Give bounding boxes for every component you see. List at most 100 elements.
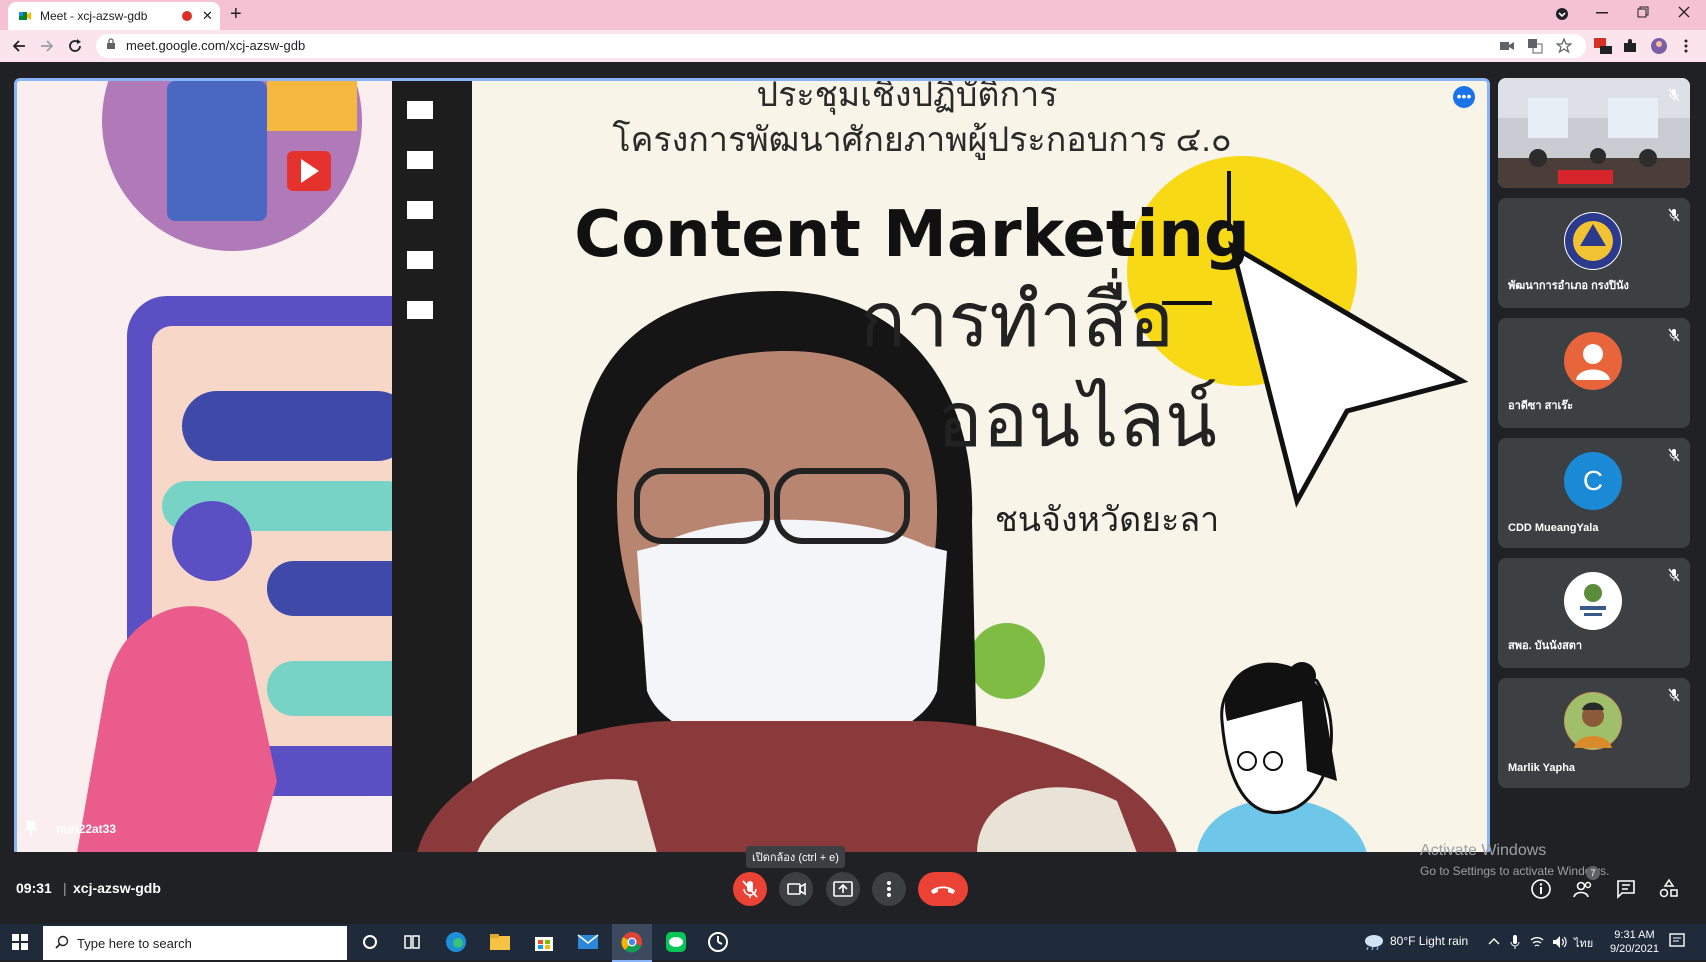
meet-favicon-icon [19, 12, 31, 20]
slide-line-4: การทำสื่อ [860, 268, 1174, 363]
people-icon[interactable] [1572, 878, 1594, 900]
task-view-icon[interactable] [400, 930, 424, 954]
participant-tile[interactable]: พัฒนาการอำเภอ กรงปินัง [1498, 198, 1690, 308]
participant-tile[interactable]: สพอ. บันนังสตา [1498, 558, 1690, 668]
chat-icon[interactable] [1615, 878, 1637, 900]
taskbar-search-box[interactable]: Type here to search [43, 926, 347, 960]
cortana-icon[interactable] [358, 930, 382, 954]
back-icon[interactable] [11, 38, 27, 54]
pin-icon[interactable] [24, 820, 38, 836]
chrome-icon[interactable] [620, 930, 644, 954]
new-tab-button[interactable]: + [230, 3, 242, 26]
camera-toggle-button[interactable] [779, 872, 813, 906]
present-screen-button[interactable] [826, 872, 860, 906]
participant-tile[interactable]: Marlik Yapha [1498, 678, 1690, 788]
present-screen-icon [833, 881, 853, 897]
participant-logo-avatar [1564, 572, 1622, 630]
speaker-video-frame: ประชุมเชิงปฏิบัติการ โครงการพัฒนาศักยภาพ… [17, 81, 1487, 853]
muted-mic-icon [1668, 88, 1680, 102]
weather-cloud-icon [1365, 935, 1383, 950]
participant-logo-avatar [1564, 212, 1622, 270]
volume-icon[interactable] [1552, 934, 1568, 950]
close-window-icon[interactable] [1678, 6, 1690, 18]
participant-name: Marlik Yapha [1508, 762, 1576, 774]
mic-off-icon [742, 880, 758, 898]
default-user-avatar-icon [1564, 332, 1622, 390]
main-speaker-video[interactable]: ประชุมเชิงปฏิบัติการ โครงการพัฒนาศักยภาพ… [14, 78, 1490, 856]
separator: | [63, 880, 67, 896]
input-language[interactable]: ไทย [1574, 934, 1593, 952]
more-options-button[interactable] [872, 872, 906, 906]
lock-icon [107, 38, 115, 49]
room-video-thumbnail [1498, 78, 1690, 188]
minimize-icon[interactable] [1596, 12, 1608, 14]
microphone-toggle-button[interactable] [733, 872, 767, 906]
line-app-icon[interactable] [664, 930, 688, 954]
activities-icon[interactable] [1658, 878, 1680, 900]
browser-tab[interactable]: Meet - xcj-azsw-gdb ✕ [8, 2, 220, 30]
people-count-badge: 7 [1586, 866, 1600, 880]
mail-icon[interactable] [576, 930, 600, 954]
extensions-puzzle-icon[interactable] [1622, 38, 1638, 54]
muted-mic-icon [1668, 688, 1680, 702]
notifications-icon[interactable] [1668, 932, 1686, 950]
camera-tooltip: เปิดกล้อง (ctrl + e) [746, 846, 845, 868]
participant-tile-room-video[interactable] [1498, 78, 1690, 188]
forward-icon[interactable] [39, 38, 55, 54]
slide-line-5: ออนไลน์ [937, 377, 1217, 463]
tab-search-icon[interactable] [1555, 7, 1569, 21]
profile-avatar-icon[interactable] [1650, 37, 1668, 55]
participant-name: CDD MueangYala [1508, 522, 1599, 534]
camera-in-use-icon[interactable] [1500, 40, 1514, 52]
slide-title-line-1: ประชุมเชิงปฏิบัติการ [757, 81, 1058, 115]
store-icon[interactable] [532, 930, 556, 954]
taskbar-clock[interactable]: 9:31 AM 9/20/2021 [1610, 928, 1659, 956]
weather-text[interactable]: 80°F Light rain [1390, 934, 1468, 948]
participant-tile[interactable]: C CDD MueangYala [1498, 438, 1690, 548]
microphone-tray-icon[interactable] [1510, 934, 1520, 950]
meeting-clock: 09:31 [16, 880, 52, 896]
muted-mic-icon [1668, 448, 1680, 462]
participant-letter-avatar: C [1564, 452, 1622, 510]
extension-on-icon[interactable] [1594, 38, 1612, 54]
activate-windows-subtitle: Go to Settings to activate Windows. [1420, 864, 1610, 878]
camera-icon [787, 882, 806, 896]
tab-close-button[interactable]: ✕ [202, 8, 213, 24]
search-icon [55, 935, 69, 949]
meeting-details-icon[interactable] [1530, 878, 1552, 900]
speaker-name-label: nuri22at33 [56, 822, 117, 836]
search-placeholder: Type here to search [77, 936, 192, 951]
bookmark-star-icon[interactable] [1556, 38, 1572, 54]
participant-photo-avatar [1564, 692, 1622, 750]
stage-more-options-icon[interactable]: ••• [1453, 86, 1475, 108]
windows-start-icon[interactable] [12, 934, 28, 950]
edge-icon[interactable] [444, 930, 468, 954]
more-vert-icon [887, 881, 891, 897]
browser-tab-strip [0, 0, 1706, 30]
url-text: meet.google.com/xcj-azsw-gdb [126, 38, 306, 53]
reload-icon[interactable] [67, 38, 83, 54]
muted-mic-icon [1668, 568, 1680, 582]
leave-call-button[interactable] [918, 872, 968, 906]
restore-icon[interactable] [1637, 6, 1649, 18]
wifi-icon[interactable] [1530, 936, 1544, 948]
address-bar[interactable]: meet.google.com/xcj-azsw-gdb [96, 34, 1586, 58]
clock-app-icon[interactable] [706, 930, 730, 954]
hang-up-icon [931, 886, 955, 894]
tab-title: Meet - xcj-azsw-gdb [40, 9, 148, 23]
slide-line-6: ชนจังหวัดยะลา [995, 501, 1220, 539]
browser-menu-icon[interactable] [1684, 39, 1688, 53]
taskbar-time: 9:31 AM [1614, 929, 1655, 941]
participant-name: พัฒนาการอำเภอ กรงปินัง [1508, 280, 1629, 292]
muted-mic-icon [1668, 208, 1680, 222]
system-tray-chevron-icon[interactable] [1488, 936, 1500, 946]
participant-tile[interactable]: อาดีซา สาเร๊ะ [1498, 318, 1690, 428]
taskbar-date: 9/20/2021 [1610, 943, 1659, 955]
translate-icon[interactable] [1527, 38, 1543, 54]
slide-title-line-2: โครงการพัฒนาศักยภาพผู้ประกอบการ ๔.๐ [612, 120, 1231, 160]
file-explorer-icon[interactable] [488, 930, 512, 954]
participant-name: สพอ. บันนังสตา [1508, 640, 1583, 652]
recording-indicator-icon [182, 11, 192, 21]
participant-name: อาดีซา สาเร๊ะ [1508, 400, 1574, 412]
muted-mic-icon [1668, 328, 1680, 342]
